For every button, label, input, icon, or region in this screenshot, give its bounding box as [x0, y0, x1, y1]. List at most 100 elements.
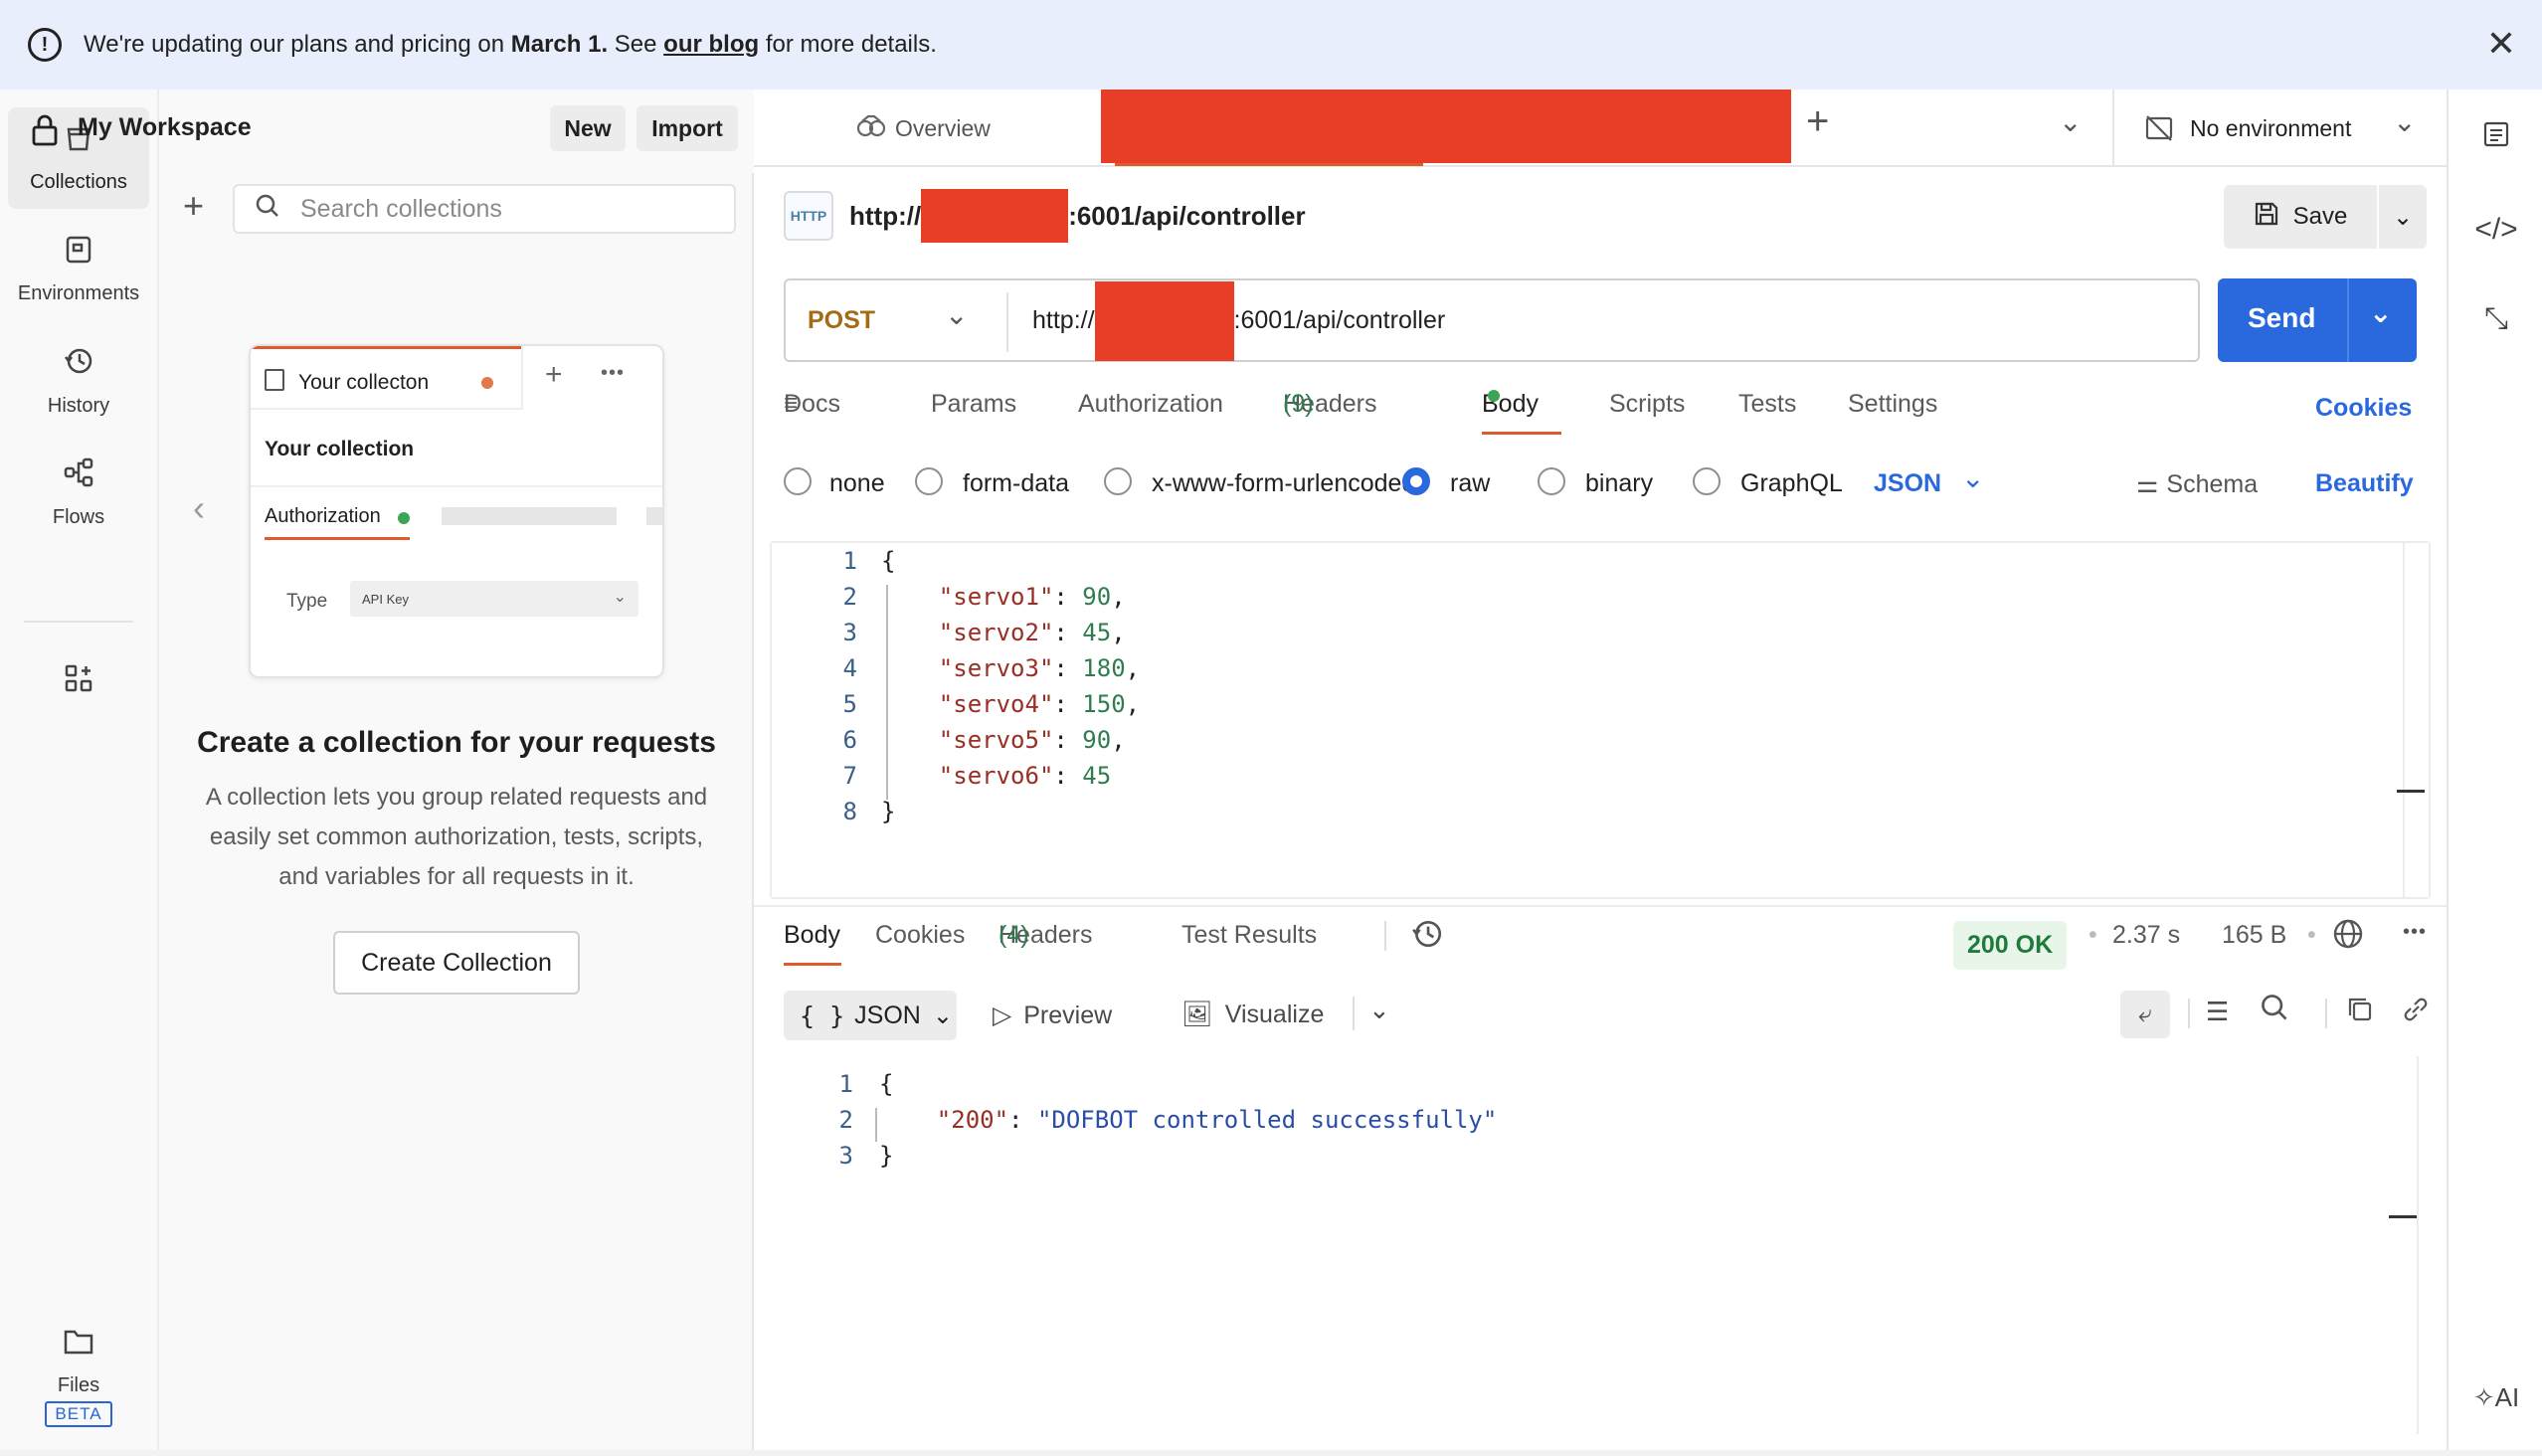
- cookies-link[interactable]: Cookies: [2315, 394, 2412, 423]
- more-options-icon[interactable]: •••: [2403, 921, 2427, 944]
- response-time[interactable]: 2.37 s: [2112, 921, 2180, 950]
- ai-assistant-icon[interactable]: ✧AI: [2449, 1382, 2542, 1413]
- search-input[interactable]: Search collections: [233, 184, 736, 234]
- radio-binary[interactable]: [1538, 467, 1565, 495]
- rail-item-environments[interactable]: Environments: [8, 219, 149, 320]
- rail-item-history[interactable]: History: [8, 330, 149, 432]
- scroll-marker: [2397, 790, 2425, 793]
- environment-selector[interactable]: No environment: [2190, 115, 2351, 142]
- url-input[interactable]: http://:6001/api/controller: [1032, 280, 1445, 361]
- response-line-numbers: 1 2 3: [784, 1066, 853, 1174]
- radio-none[interactable]: [784, 467, 812, 495]
- collapse-icon[interactable]: ⤡: [2449, 302, 2542, 336]
- line-number: 6: [842, 726, 857, 754]
- line-number: 5: [842, 690, 857, 718]
- send-options-chevron-icon[interactable]: ⌄: [2369, 296, 2392, 329]
- request-body-editor[interactable]: 12345678 { "servo1": 90, "servo2": 45, "…: [770, 541, 2431, 899]
- tab-authorization[interactable]: Authorization: [1078, 390, 1223, 419]
- code-line: {: [881, 547, 896, 575]
- wrap-lines-icon[interactable]: ⤶: [2120, 991, 2170, 1038]
- create-collection-button[interactable]: Create Collection: [333, 931, 580, 995]
- body-tab-indicator: [1482, 432, 1561, 435]
- copy-icon[interactable]: [2345, 995, 2375, 1031]
- response-tab-test-results[interactable]: Test Results: [1181, 921, 1317, 950]
- json-value: 45: [1082, 619, 1112, 646]
- response-tab-cookies[interactable]: Cookies: [875, 921, 965, 950]
- radio-graphql[interactable]: [1693, 467, 1721, 495]
- json-value: 180: [1082, 654, 1126, 682]
- response-format-select[interactable]: { } JSON ⌄: [784, 991, 957, 1040]
- json-key: "servo5": [938, 726, 1054, 754]
- save-options-chevron-icon[interactable]: ⌄: [2379, 185, 2427, 249]
- banner-text: We're updating our plans and pricing on …: [84, 31, 937, 58]
- code-icon[interactable]: </>: [2449, 213, 2542, 247]
- code-line: "servo2": 45,: [938, 619, 1126, 646]
- add-collection-icon[interactable]: +: [183, 186, 204, 226]
- schema-button[interactable]: ⚌ Schema: [2136, 469, 2258, 499]
- right-sidebar: </> ⤡ ✧AI: [2447, 90, 2542, 1456]
- chevron-left-icon[interactable]: ‹: [193, 487, 205, 529]
- search-row: + Search collections: [159, 184, 754, 244]
- globe-icon[interactable]: [2331, 917, 2365, 958]
- tab-scripts[interactable]: Scripts: [1609, 390, 1685, 419]
- tab-tests[interactable]: Tests: [1738, 390, 1796, 419]
- tab-settings[interactable]: Settings: [1848, 390, 1937, 419]
- method-chevron-icon[interactable]: ⌄: [945, 298, 968, 331]
- save-button[interactable]: Save: [2224, 185, 2377, 249]
- unsaved-dot: [481, 377, 493, 389]
- preview-button[interactable]: ▷ Preview: [993, 1001, 1112, 1030]
- close-icon[interactable]: ✕: [2486, 26, 2516, 62]
- documentation-icon[interactable]: [2449, 119, 2542, 157]
- visualize-chevron-icon[interactable]: ⌄: [1368, 995, 1390, 1025]
- search-icon[interactable]: [2260, 993, 2289, 1029]
- json-value: 45: [1082, 762, 1112, 790]
- add-workbench-button[interactable]: [8, 652, 149, 722]
- radio-form-data[interactable]: [915, 467, 943, 495]
- new-button[interactable]: New: [550, 105, 626, 151]
- image-icon: 🖼: [1181, 1001, 1213, 1028]
- code-line: "servo6": 45: [938, 762, 1112, 790]
- radio-urlencoded[interactable]: [1104, 467, 1132, 495]
- new-tab-icon[interactable]: +: [1806, 99, 1829, 144]
- line-number: 8: [842, 798, 857, 825]
- method-select[interactable]: POST: [808, 306, 875, 335]
- response-size[interactable]: 165 B: [2222, 921, 2286, 950]
- left-rail: Collections Environments History Flows F…: [0, 90, 159, 1456]
- radio-raw[interactable]: [1402, 467, 1430, 495]
- beautify-button[interactable]: Beautify: [2315, 469, 2414, 498]
- format-chevron-icon[interactable]: ⌄: [1961, 461, 1984, 494]
- rail-item-files[interactable]: Files BETA: [8, 1307, 149, 1446]
- tab-overview[interactable]: Overview: [895, 115, 991, 142]
- send-button[interactable]: Send ⌄: [2218, 278, 2417, 362]
- empty-state-title: Create a collection for your requests: [197, 726, 716, 759]
- status-bar: [0, 1450, 2542, 1456]
- link-icon[interactable]: [2401, 995, 2431, 1031]
- body-mode-row: none form-data x-www-form-urlencoded raw…: [784, 457, 2417, 517]
- redacted-tab[interactable]: [1101, 90, 1791, 163]
- more-icon: •••: [601, 362, 626, 384]
- environment-chevron-icon[interactable]: ⌄: [2393, 105, 2416, 138]
- collection-preview-illustration: Your collecton + ••• Your collection Aut…: [249, 344, 664, 678]
- tab-params[interactable]: Params: [931, 390, 1016, 419]
- status-badge[interactable]: 200 OK: [1953, 921, 2068, 970]
- history-icon[interactable]: [1410, 917, 1444, 958]
- save-icon: [2254, 201, 2279, 234]
- import-button[interactable]: Import: [636, 105, 738, 151]
- workspace-title[interactable]: My Workspace: [78, 113, 252, 142]
- request-url-row: POST ⌄ http://:6001/api/controller Send …: [784, 278, 2417, 362]
- status-dot: [398, 512, 410, 524]
- overview-icon: [855, 113, 887, 144]
- blog-link[interactable]: our blog: [663, 31, 759, 58]
- filter-icon[interactable]: ☰: [2206, 997, 2229, 1027]
- tabs-dropdown-icon[interactable]: ⌄: [2059, 105, 2082, 138]
- json-value: 90: [1082, 583, 1112, 611]
- response-body-viewer[interactable]: 1 2 3 { "200": "DOFBOT controlled successf…: [784, 1056, 2419, 1434]
- format-select[interactable]: JSON: [1874, 469, 1941, 498]
- response-tab-body[interactable]: Body: [784, 921, 840, 950]
- json-key: "servo1": [938, 583, 1054, 611]
- rail-item-flows[interactable]: Flows: [8, 442, 149, 543]
- visualize-button[interactable]: 🖼 Visualize: [1181, 1001, 1324, 1029]
- line-number: 2: [842, 583, 857, 611]
- code-line: "servo5": 90,: [938, 726, 1126, 754]
- request-title[interactable]: HTTP http://:6001/api/controller: [784, 187, 1306, 245]
